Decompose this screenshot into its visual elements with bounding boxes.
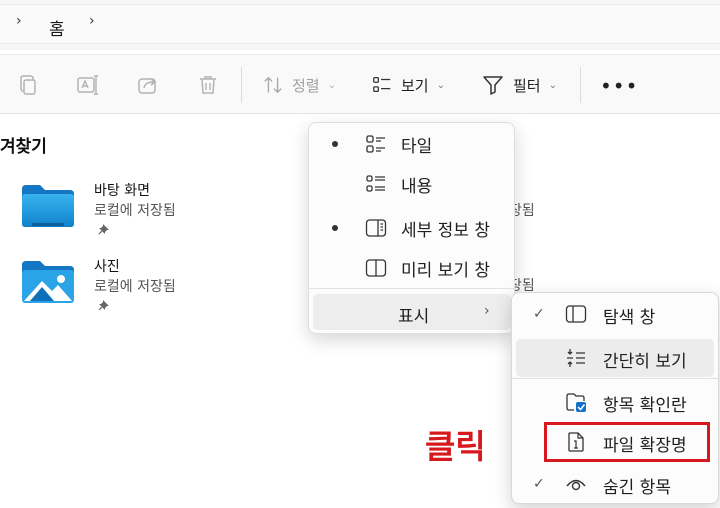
view-menu-item-show[interactable]: 표시 › <box>313 294 511 330</box>
pin-icon <box>98 300 109 311</box>
view-menu-label: 내용 <box>401 176 433 197</box>
selected-bullet-icon <box>332 141 338 147</box>
click-annotation: 클릭 <box>425 427 486 466</box>
show-submenu: ✓ 탐색 창 간단히 보기 항목 확인란 파일 확장명 ✓ 숨긴 항목 <box>511 292 719 504</box>
show-menu-item-compact-view[interactable]: 간단히 보기 <box>516 339 714 377</box>
chevron-down-icon: ⌄ <box>548 79 557 91</box>
menu-divider <box>309 288 514 289</box>
breadcrumb[interactable]: › 홈 › <box>0 4 720 44</box>
compact-view-icon <box>567 349 585 367</box>
list-item[interactable]: 사진 로컬에 저장됨 <box>18 256 308 326</box>
menu-divider <box>512 378 718 379</box>
chevron-down-icon: ⌄ <box>436 79 445 91</box>
obscured-area <box>370 334 510 344</box>
list-item[interactable]: 바탕 화면 로컬에 저장됨 <box>18 180 308 250</box>
view-menu-label: 타일 <box>401 136 433 157</box>
rename-icon[interactable] <box>76 73 100 97</box>
copy-icon[interactable] <box>16 73 40 97</box>
filter-icon <box>483 76 503 95</box>
item-name: 사진 <box>94 259 120 275</box>
desktop-folder-icon <box>22 185 74 227</box>
view-label: 보기 <box>401 76 429 95</box>
sort-button[interactable]: 정렬 ⌄ <box>262 73 336 97</box>
pin-icon <box>98 224 109 235</box>
view-menu-label: 미리 보기 창 <box>401 260 491 281</box>
toolbar-divider <box>580 67 581 103</box>
more-options-button[interactable]: ••• <box>600 76 638 96</box>
view-menu: 타일 내용 세부 정보 창 미리 보기 창 표시 › <box>308 122 515 334</box>
pictures-folder-icon <box>22 261 74 303</box>
selected-bullet-icon <box>332 225 338 231</box>
show-menu-label: 간단히 보기 <box>603 352 687 372</box>
view-menu-item-tiles[interactable]: 타일 <box>313 125 511 163</box>
highlight-box <box>544 422 710 462</box>
item-location: 로컬에 저장됨 <box>94 203 176 219</box>
details-pane-icon <box>365 219 387 237</box>
view-menu-label: 세부 정보 창 <box>401 220 491 241</box>
check-icon: ✓ <box>533 476 545 492</box>
view-menu-item-content[interactable]: 내용 <box>313 165 511 203</box>
sort-icon <box>264 76 282 94</box>
item-location: 로컬에 저장됨 <box>94 279 176 295</box>
address-bar: › 홈 › <box>0 0 720 50</box>
view-button[interactable]: 보기 ⌄ <box>371 73 445 97</box>
show-menu-item-hidden-items[interactable]: ✓ 숨긴 항목 <box>516 465 714 503</box>
section-title: 겨찾기 <box>0 137 47 157</box>
hidden-items-icon <box>566 479 586 491</box>
navigation-pane-icon <box>565 305 587 323</box>
breadcrumb-home[interactable]: 홈 <box>49 15 65 40</box>
view-menu-item-preview-pane[interactable]: 미리 보기 창 <box>313 249 511 287</box>
toolbar-divider <box>241 67 242 103</box>
item-checkbox-icon <box>566 393 586 412</box>
view-list-icon <box>373 77 391 93</box>
command-bar: 정렬 ⌄ 보기 ⌄ 필터 ⌄ ••• <box>0 54 720 114</box>
preview-pane-icon <box>365 259 387 277</box>
chevron-right-icon[interactable]: › <box>16 13 22 29</box>
item-name: 바탕 화면 <box>94 183 150 199</box>
content-icon <box>366 175 385 192</box>
show-menu-label: 탐색 창 <box>603 308 656 328</box>
filter-button[interactable]: 필터 ⌄ <box>481 73 557 97</box>
chevron-down-icon: ⌄ <box>327 79 336 91</box>
share-icon[interactable] <box>136 73 160 97</box>
view-menu-item-details-pane[interactable]: 세부 정보 창 <box>313 209 511 247</box>
show-menu-item-navigation-pane[interactable]: ✓ 탐색 창 <box>516 295 714 333</box>
chevron-right-icon[interactable]: › <box>89 13 95 29</box>
delete-icon[interactable] <box>196 73 220 97</box>
chevron-right-icon: › <box>484 303 490 319</box>
view-menu-label: 표시 <box>398 307 430 327</box>
filter-label: 필터 <box>513 76 541 95</box>
show-menu-item-item-checkboxes[interactable]: 항목 확인란 <box>516 383 714 421</box>
show-menu-label: 항목 확인란 <box>603 396 687 416</box>
check-icon: ✓ <box>533 306 545 322</box>
tiles-icon <box>366 135 385 153</box>
sort-label: 정렬 <box>292 76 320 95</box>
show-menu-label: 숨긴 항목 <box>603 478 671 498</box>
